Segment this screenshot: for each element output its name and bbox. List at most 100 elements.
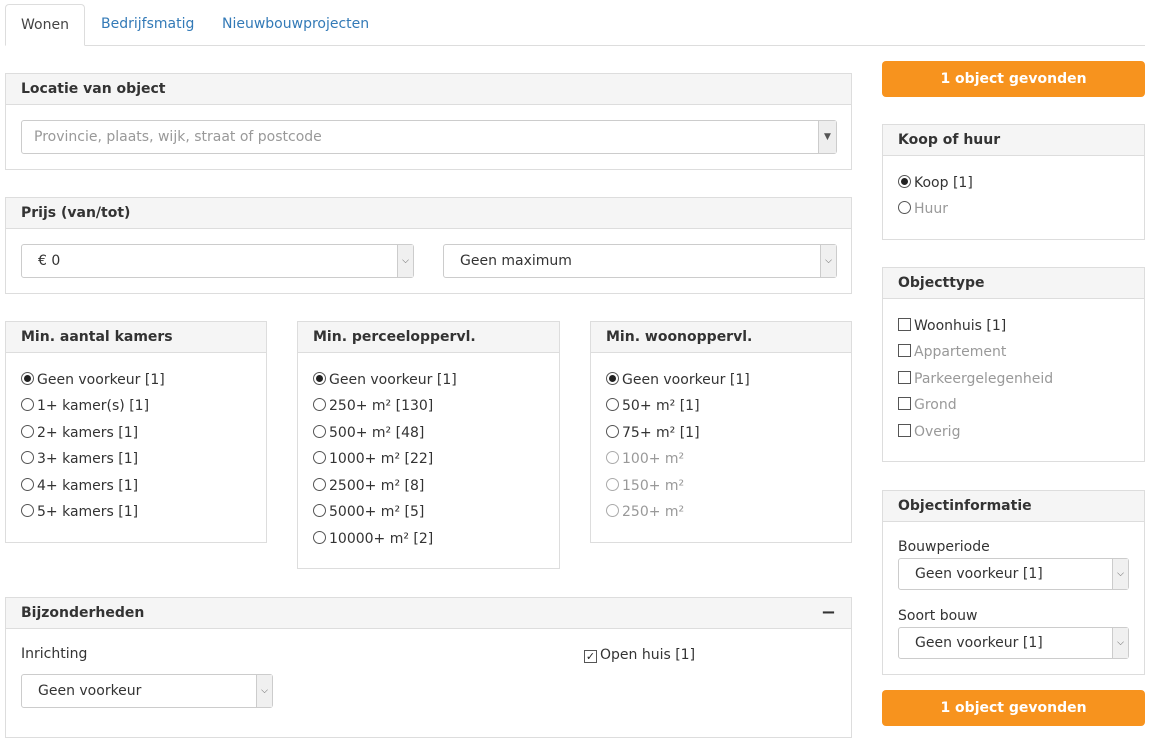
woon-option[interactable]: 100+ m² (606, 449, 684, 469)
radio-icon (313, 451, 326, 464)
woon-panel: Min. woonoppervl. Geen voorkeur [1] 50+ … (590, 321, 852, 543)
collapse-icon[interactable]: − (821, 598, 836, 628)
radio-icon (21, 398, 34, 411)
checkbox-icon (898, 371, 911, 384)
option-label: 100+ m² (622, 451, 685, 467)
woon-option[interactable]: Geen voorkeur [1] (606, 370, 750, 390)
objecttype-option[interactable]: Woonhuis [1] (898, 316, 1006, 336)
bouwperiode-label: Bouwperiode (898, 539, 990, 555)
koop-huur-heading: Koop of huur (883, 125, 1144, 156)
checkbox-checked-icon: ✓ (584, 650, 597, 663)
radio-icon (313, 531, 326, 544)
objecttype-option[interactable]: Grond (898, 395, 957, 415)
option-label: 2500+ m² [8] (329, 478, 425, 494)
radio-icon (21, 478, 34, 491)
objecttype-option[interactable]: Parkeergelegenheid (898, 369, 1053, 389)
option-label: 10000+ m² [2] (329, 531, 434, 547)
option-label: 250+ m² (622, 504, 685, 520)
radio-icon (606, 478, 619, 491)
prijs-min-select[interactable]: € 0 ⌵ (21, 244, 414, 278)
option-label: Woonhuis [1] (914, 318, 1007, 334)
prijs-heading: Prijs (van/tot) (6, 198, 851, 229)
locatie-search-input[interactable]: Provincie, plaats, wijk, straat of postc… (21, 120, 837, 154)
kamers-option[interactable]: 4+ kamers [1] (21, 476, 138, 496)
radio-selected-icon (313, 372, 326, 385)
checkbox-icon (898, 424, 911, 437)
tab-nieuwbouwprojecten[interactable]: Nieuwbouwprojecten (222, 4, 369, 46)
option-label: Geen voorkeur [1] (329, 372, 457, 388)
option-label: Koop [1] (914, 175, 973, 191)
bouwperiode-select[interactable]: Geen voorkeur [1] ⌵ (898, 558, 1129, 590)
kamers-option[interactable]: 1+ kamer(s) [1] (21, 396, 149, 416)
huur-option[interactable]: Huur (898, 199, 948, 219)
bijzonderheden-heading: Bijzonderheden − (6, 598, 851, 629)
perceel-option[interactable]: 5000+ m² [5] (313, 502, 424, 522)
prijs-max-select[interactable]: Geen maximum ⌵ (443, 244, 837, 278)
radio-icon (21, 451, 34, 464)
radio-icon (313, 398, 326, 411)
chevron-down-icon: ⌵ (820, 245, 836, 277)
koop-option[interactable]: Koop [1] (898, 173, 973, 193)
option-label: 2+ kamers [1] (37, 425, 139, 441)
bouwperiode-value: Geen voorkeur [1] (915, 566, 1043, 582)
radio-icon (898, 201, 911, 214)
tab-wonen[interactable]: Wonen (5, 4, 85, 46)
kamers-heading: Min. aantal kamers (6, 322, 266, 353)
radio-selected-icon (898, 175, 911, 188)
kamers-option[interactable]: Geen voorkeur [1] (21, 370, 165, 390)
result-button-bottom[interactable]: 1 object gevonden (882, 690, 1145, 726)
radio-icon (606, 504, 619, 517)
perceel-option[interactable]: 500+ m² [48] (313, 423, 424, 443)
woon-option[interactable]: 50+ m² [1] (606, 396, 700, 416)
option-label: 150+ m² (622, 478, 685, 494)
inrichting-label: Inrichting (21, 646, 88, 662)
caret-down-icon: ▼ (818, 121, 836, 153)
perceel-option[interactable]: 1000+ m² [22] (313, 449, 433, 469)
bijzonderheden-panel: Bijzonderheden − Inrichting Geen voorkeu… (5, 597, 852, 738)
objecttype-option[interactable]: Overig (898, 422, 960, 442)
soort-bouw-label: Soort bouw (898, 608, 978, 624)
prijs-min-value: € 0 (38, 253, 61, 269)
option-label: Appartement (914, 344, 1007, 360)
locatie-panel: Locatie van object Provincie, plaats, wi… (5, 73, 852, 170)
checkbox-icon (898, 344, 911, 357)
perceel-option[interactable]: 2500+ m² [8] (313, 476, 424, 496)
perceel-option[interactable]: 10000+ m² [2] (313, 529, 433, 549)
option-label: 5+ kamers [1] (37, 504, 139, 520)
inrichting-select[interactable]: Geen voorkeur ⌵ (21, 674, 273, 708)
woon-option[interactable]: 250+ m² (606, 502, 684, 522)
option-label: Overig (914, 424, 961, 440)
objecttype-option[interactable]: Appartement (898, 342, 1006, 362)
chevron-down-icon: ⌵ (1112, 628, 1128, 658)
option-label: 50+ m² [1] (622, 398, 700, 414)
woon-option[interactable]: 150+ m² (606, 476, 684, 496)
prijs-max-value: Geen maximum (460, 253, 572, 269)
radio-icon (21, 504, 34, 517)
kamers-option[interactable]: 3+ kamers [1] (21, 449, 138, 469)
tab-bedrijfsmatig[interactable]: Bedrijfsmatig (101, 4, 194, 46)
option-label: 5000+ m² [5] (329, 504, 425, 520)
perceel-panel: Min. perceeloppervl. Geen voorkeur [1] 2… (297, 321, 560, 569)
checkbox-icon (898, 318, 911, 331)
radio-selected-icon (21, 372, 34, 385)
result-button-top[interactable]: 1 object gevonden (882, 61, 1145, 97)
kamers-option[interactable]: 5+ kamers [1] (21, 502, 138, 522)
koop-huur-panel: Koop of huur Koop [1] Huur (882, 124, 1145, 240)
woon-heading: Min. woonoppervl. (591, 322, 851, 353)
soort-bouw-select[interactable]: Geen voorkeur [1] ⌵ (898, 627, 1129, 659)
radio-icon (606, 425, 619, 438)
soort-bouw-value: Geen voorkeur [1] (915, 635, 1043, 651)
objectinfo-heading: Objectinformatie (883, 491, 1144, 522)
locatie-heading: Locatie van object (6, 74, 851, 105)
perceel-option[interactable]: 250+ m² [130] (313, 396, 433, 416)
woon-option[interactable]: 75+ m² [1] (606, 423, 700, 443)
option-label: Geen voorkeur [1] (622, 372, 750, 388)
option-label: 250+ m² [130] (329, 398, 434, 414)
radio-icon (606, 451, 619, 464)
kamers-option[interactable]: 2+ kamers [1] (21, 423, 138, 443)
option-label: 500+ m² [48] (329, 425, 425, 441)
objecttype-panel: Objecttype Woonhuis [1] Appartement Park… (882, 267, 1145, 462)
perceel-option[interactable]: Geen voorkeur [1] (313, 370, 457, 390)
open-huis-option[interactable]: ✓ Open huis [1] (584, 645, 695, 665)
prijs-panel: Prijs (van/tot) € 0 ⌵ Geen maximum ⌵ (5, 197, 852, 294)
